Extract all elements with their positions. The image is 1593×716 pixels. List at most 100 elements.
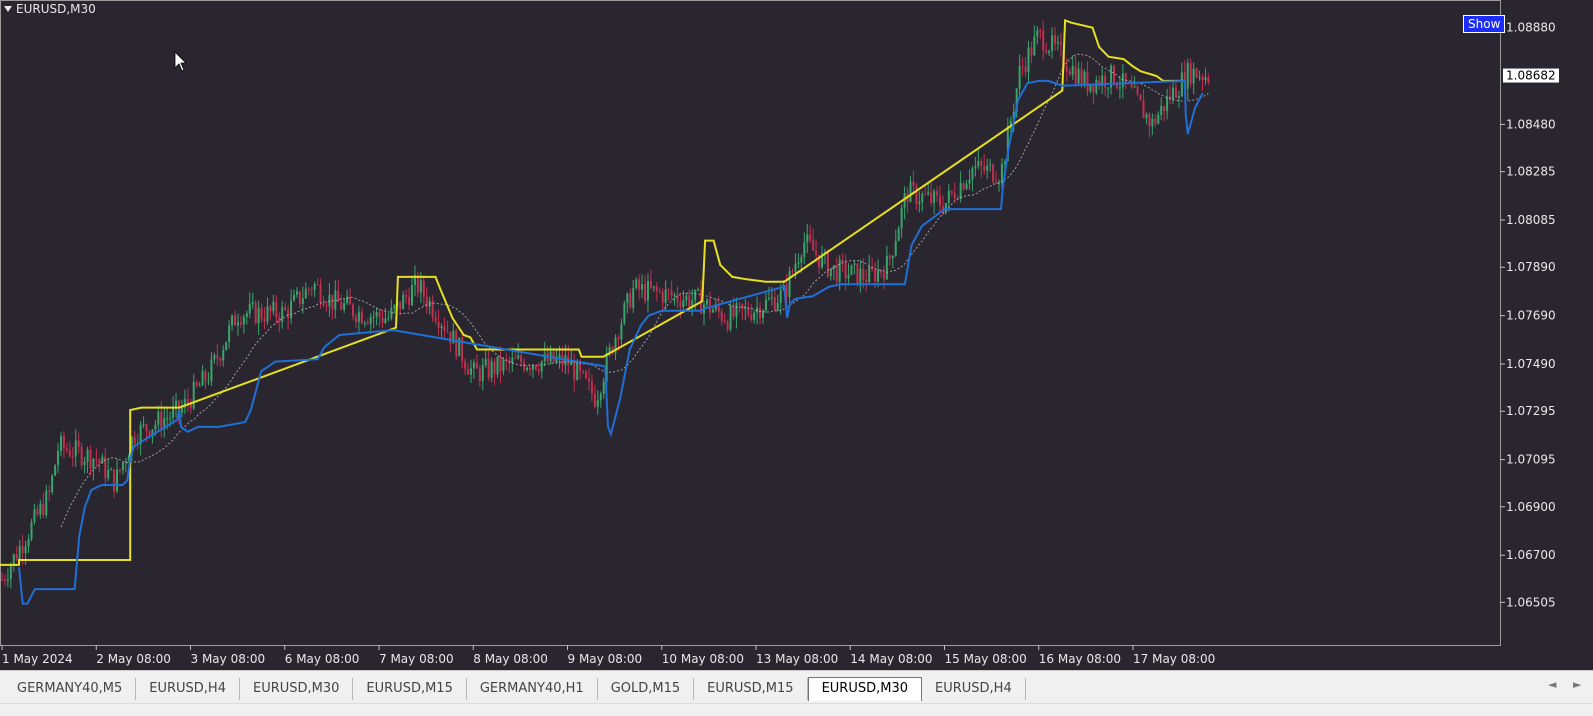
candle-body — [1056, 41, 1059, 44]
candle-body — [649, 281, 652, 288]
candle-body — [882, 272, 885, 280]
candle-body — [27, 539, 30, 547]
candle-body — [422, 280, 425, 297]
chart-area[interactable]: 1.08880 1.08480 1.08285 1.08085 1.07890 1.076… — [0, 0, 1593, 670]
candle-body — [1051, 35, 1054, 51]
candle-body — [1180, 72, 1183, 97]
candle-body — [1077, 68, 1080, 84]
collapse-icon[interactable] — [4, 6, 12, 12]
y-tick-label: 1.06505 — [1506, 595, 1556, 609]
candle-body — [661, 291, 664, 303]
candle-body — [953, 192, 956, 199]
candle-body — [186, 399, 189, 403]
candle-body — [1160, 105, 1163, 115]
scroll-left-icon[interactable]: ◄ — [1548, 678, 1556, 691]
mouse-cursor-icon — [174, 51, 187, 72]
candle-body — [21, 546, 24, 554]
x-tick-label: 1 May 2024 — [2, 652, 73, 666]
tab-gold-m15[interactable]: GOLD,M15 — [598, 678, 695, 700]
candle-body — [726, 322, 729, 330]
candle-body — [528, 367, 531, 370]
candle-body — [1092, 84, 1095, 93]
candle-body — [1018, 66, 1021, 89]
candle-body — [1195, 68, 1198, 78]
candle-body — [800, 257, 803, 263]
scroll-right-icon[interactable]: ► — [1573, 678, 1581, 691]
candle-body — [145, 424, 148, 432]
candle-body — [1177, 96, 1180, 98]
candle-body — [738, 303, 741, 305]
candle-body — [750, 314, 753, 320]
candle-body — [236, 322, 239, 326]
candle-body — [142, 424, 145, 426]
candle-body — [626, 293, 629, 304]
candle-body — [526, 367, 529, 371]
candle-body — [437, 321, 440, 328]
candle-body — [641, 284, 644, 290]
candle-body — [664, 289, 667, 303]
candle-body — [322, 303, 325, 306]
candle-body — [732, 305, 735, 317]
tab-germany40-m5[interactable]: GERMANY40,M5 — [4, 678, 137, 700]
candle-body — [635, 279, 638, 288]
candle-body — [697, 289, 700, 291]
candle-body — [623, 303, 626, 324]
candle-body — [195, 381, 198, 386]
candle-body — [1192, 68, 1195, 84]
tab-eurusd-m15[interactable]: EURUSD,M15 — [353, 678, 467, 700]
candle-body — [502, 359, 505, 372]
candle-body — [856, 263, 859, 285]
candle-body — [812, 240, 815, 251]
candle-body — [646, 281, 649, 301]
candle-body — [319, 284, 322, 304]
horizontal-scrollbar[interactable] — [0, 703, 1593, 716]
candle-body — [42, 503, 45, 516]
candle-body — [1163, 105, 1166, 112]
candle-body — [1157, 114, 1160, 124]
candle-body — [797, 262, 800, 265]
candle-body — [986, 165, 989, 171]
candle-body — [629, 293, 632, 308]
candle-body — [1118, 87, 1121, 89]
show-button[interactable]: Show — [1463, 15, 1506, 33]
candle-body — [77, 440, 80, 447]
candle-body — [968, 179, 971, 184]
candle-body — [806, 234, 809, 243]
y-tick-label: 1.07095 — [1506, 453, 1556, 467]
candle-body — [1136, 86, 1139, 95]
candle-body — [175, 400, 178, 408]
candle-body — [1024, 66, 1027, 73]
tab-eurusd-m30[interactable]: EURUSD,M30 — [807, 677, 923, 701]
tab-eurusd-m30[interactable]: EURUSD,M30 — [240, 678, 354, 700]
candle-body — [885, 255, 888, 280]
candle-body — [815, 250, 818, 255]
tab-germany40-h1[interactable]: GERMANY40,H1 — [467, 678, 598, 700]
candle-body — [511, 357, 514, 363]
chart-title[interactable]: EURUSD,M30 — [4, 2, 96, 16]
candle-body — [74, 440, 77, 457]
candle-body — [694, 289, 697, 301]
candle-body — [172, 407, 175, 418]
candle-body — [874, 269, 877, 282]
candle-body — [337, 290, 340, 303]
candle-body — [1133, 86, 1136, 88]
tab-eurusd-h4[interactable]: EURUSD,H4 — [136, 678, 240, 700]
candle-body — [455, 330, 458, 357]
candle-body — [1145, 114, 1148, 119]
candle-body — [543, 353, 546, 362]
candle-body — [192, 381, 195, 409]
candle-body — [234, 315, 237, 326]
y-tick-label: 1.07295 — [1506, 404, 1556, 418]
tab-eurusd-h4[interactable]: EURUSD,H4 — [922, 678, 1026, 700]
candle-body — [980, 160, 983, 166]
candle-body — [71, 456, 74, 458]
candle-body — [169, 417, 172, 419]
candle-body — [95, 458, 98, 460]
price-chart[interactable]: 1.08880 1.08480 1.08285 1.08085 1.07890 1.076… — [0, 0, 1593, 670]
candle-body — [83, 461, 86, 466]
tab-eurusd-m15[interactable]: EURUSD,M15 — [694, 678, 808, 700]
candle-body — [357, 311, 360, 323]
candle-body — [228, 325, 231, 342]
x-tick-label: 16 May 08:00 — [1039, 652, 1121, 666]
app-window: 1.08880 1.08480 1.08285 1.08085 1.07890 1.076… — [0, 0, 1593, 716]
